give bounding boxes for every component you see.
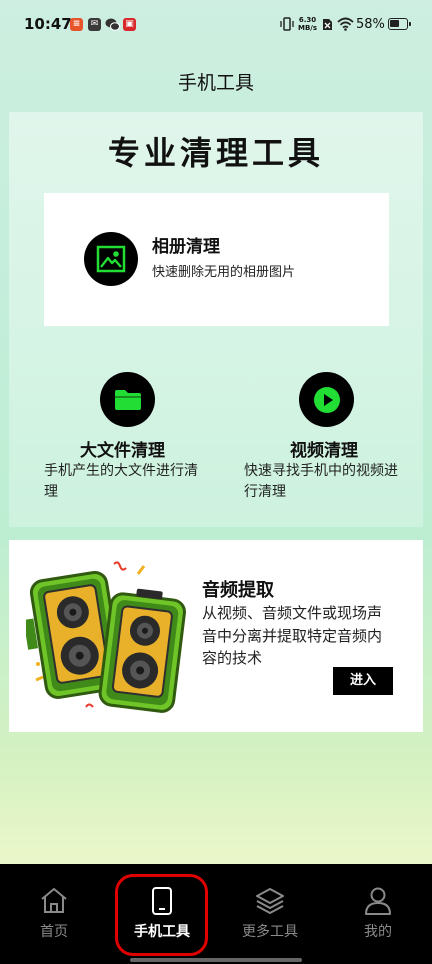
battery-tip: [409, 22, 411, 26]
status-time: 10:47: [24, 15, 72, 33]
album-clean-desc: 快速删除无用的相册图片: [152, 265, 296, 280]
album-clean-title: 相册清理: [152, 237, 220, 257]
speakers-illustration: [26, 561, 186, 713]
audio-extract-title: 音频提取: [202, 580, 274, 601]
network-speed: 6.30 MB/s: [298, 16, 318, 32]
tab-more-tools[interactable]: 更多工具: [216, 864, 324, 964]
bottom-tab-bar: 首页 手机工具 更多工具 我的: [0, 864, 432, 964]
home-indicator[interactable]: [130, 958, 302, 962]
mail-notification-icon: ✉: [88, 18, 101, 31]
tab-home-label: 首页: [40, 924, 68, 940]
layers-icon: [256, 888, 284, 914]
pro-tools-heading: 专业清理工具: [107, 134, 324, 172]
tab-mine[interactable]: 我的: [324, 864, 432, 964]
shop-notification-icon: ▣: [123, 18, 136, 31]
battery-icon: [388, 18, 408, 30]
wechat-notification-icon: [105, 18, 120, 31]
photo-icon[interactable]: [84, 232, 138, 286]
tab-more-tools-label: 更多工具: [242, 924, 298, 940]
folder-icon[interactable]: [100, 372, 155, 427]
large-file-title[interactable]: 大文件清理: [80, 436, 165, 461]
battery-percent: 58%: [356, 17, 385, 32]
play-icon[interactable]: [299, 372, 354, 427]
large-file-desc: 手机产生的大文件进行清 理: [44, 463, 198, 500]
status-bar: 10:47 ≡ ✉ ▣ 6.30 MB/s 58%: [0, 0, 432, 52]
user-icon: [365, 887, 391, 915]
video-clean-title[interactable]: 视频清理: [290, 436, 358, 461]
active-tab-highlight: [115, 874, 208, 956]
home-icon: [41, 887, 67, 913]
page-title: 手机工具: [177, 72, 254, 94]
audio-extract-desc: 从视频、音频文件或现场声 音中分离并提取特定音频内 容的技术: [202, 604, 383, 667]
enter-button[interactable]: 进入: [333, 667, 393, 695]
tab-mine-label: 我的: [364, 924, 392, 940]
app-notification-icon: ≡: [70, 18, 83, 31]
wifi-icon: [337, 17, 354, 31]
vibrate-icon: [280, 17, 294, 31]
video-clean-desc: 快速寻找手机中的视频进 行清理: [244, 463, 398, 500]
tab-home[interactable]: 首页: [0, 864, 108, 964]
battery-level: [390, 20, 399, 27]
no-sim-icon: [323, 19, 332, 30]
